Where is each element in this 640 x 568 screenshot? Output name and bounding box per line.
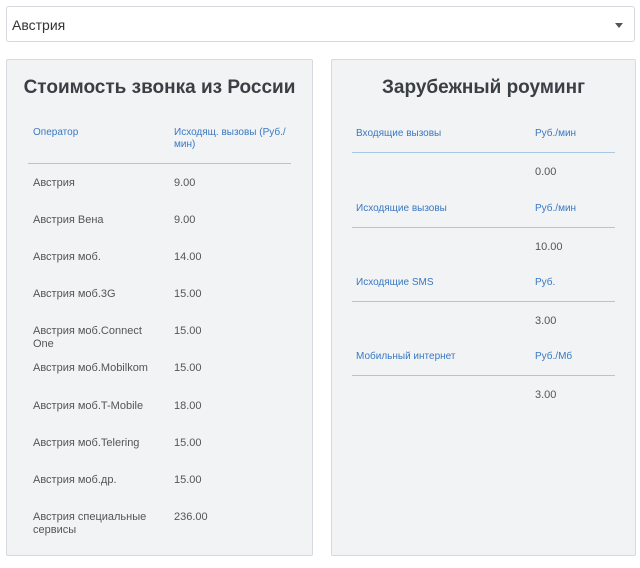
operator-cell: Австрия моб.3G	[33, 288, 116, 300]
price-cell: 15.00	[174, 474, 202, 486]
outgoing-column-header: Исходящ. вызовы (Руб./ мин)	[174, 127, 286, 150]
chevron-down-icon[interactable]	[615, 23, 623, 28]
roaming-item-label: Исходящие вызовы	[356, 203, 447, 214]
roaming-divider	[352, 152, 615, 153]
country-select-value: Австрия	[12, 17, 66, 33]
price-cell: 18.00	[174, 400, 202, 412]
roaming-item-label: Входящие вызовы	[356, 128, 442, 139]
roaming-item-value: 10.00	[535, 241, 563, 253]
operator-cell: Австрия моб.Telering	[33, 437, 140, 449]
roaming-item-unit: Руб./Мб	[535, 351, 573, 362]
operator-cell: Австрия моб.	[33, 251, 101, 263]
price-cell: 15.00	[174, 362, 202, 374]
roaming-panel: Зарубежный роуминг Входящие вызовы Руб./м…	[331, 59, 636, 556]
price-cell: 9.00	[174, 214, 196, 226]
price-cell: 15.00	[174, 325, 202, 337]
roaming-item-value: 3.00	[535, 315, 557, 327]
operator-cell: Австрия моб.T-Mobile	[33, 400, 144, 412]
price-cell: 14.00	[174, 251, 202, 263]
price-cell: 15.00	[174, 437, 202, 449]
price-cell: 15.00	[174, 288, 202, 300]
roaming-divider	[352, 227, 615, 228]
calls-from-russia-panel: Стоимость звонка из России Оператор Исхо…	[6, 59, 313, 556]
roaming-item-unit: Руб./мин	[535, 128, 577, 139]
operator-cell: Австрия моб.др.	[33, 474, 117, 486]
roaming-item-label: Мобильный интернет	[356, 351, 456, 362]
price-cell: 236.00	[174, 511, 208, 523]
roaming-item-unit: Руб./мин	[535, 203, 577, 214]
roaming-item-unit: Руб.	[535, 277, 556, 288]
calls-from-russia-title: Стоимость звонка из России	[23, 77, 296, 98]
operator-cell: Австрия Вена	[33, 214, 104, 226]
operator-cell: Австрия моб.Connect One	[33, 325, 142, 350]
country-select[interactable]: Австрия	[6, 6, 635, 42]
header-divider	[28, 163, 291, 164]
roaming-title: Зарубежный роуминг	[382, 77, 585, 98]
operator-column-header: Оператор	[33, 127, 79, 138]
operator-cell: Австрия	[33, 177, 75, 189]
operator-cell: Австрия специальные сервисы	[33, 511, 147, 536]
roaming-item-label: Исходящие SMS	[356, 277, 434, 288]
roaming-item-value: 3.00	[535, 389, 557, 401]
roaming-divider	[352, 301, 615, 302]
operator-cell: Австрия моб.Mobilkom	[33, 362, 148, 374]
roaming-item-value: 0.00	[535, 166, 557, 178]
roaming-divider	[352, 375, 615, 376]
price-cell: 9.00	[174, 177, 196, 189]
